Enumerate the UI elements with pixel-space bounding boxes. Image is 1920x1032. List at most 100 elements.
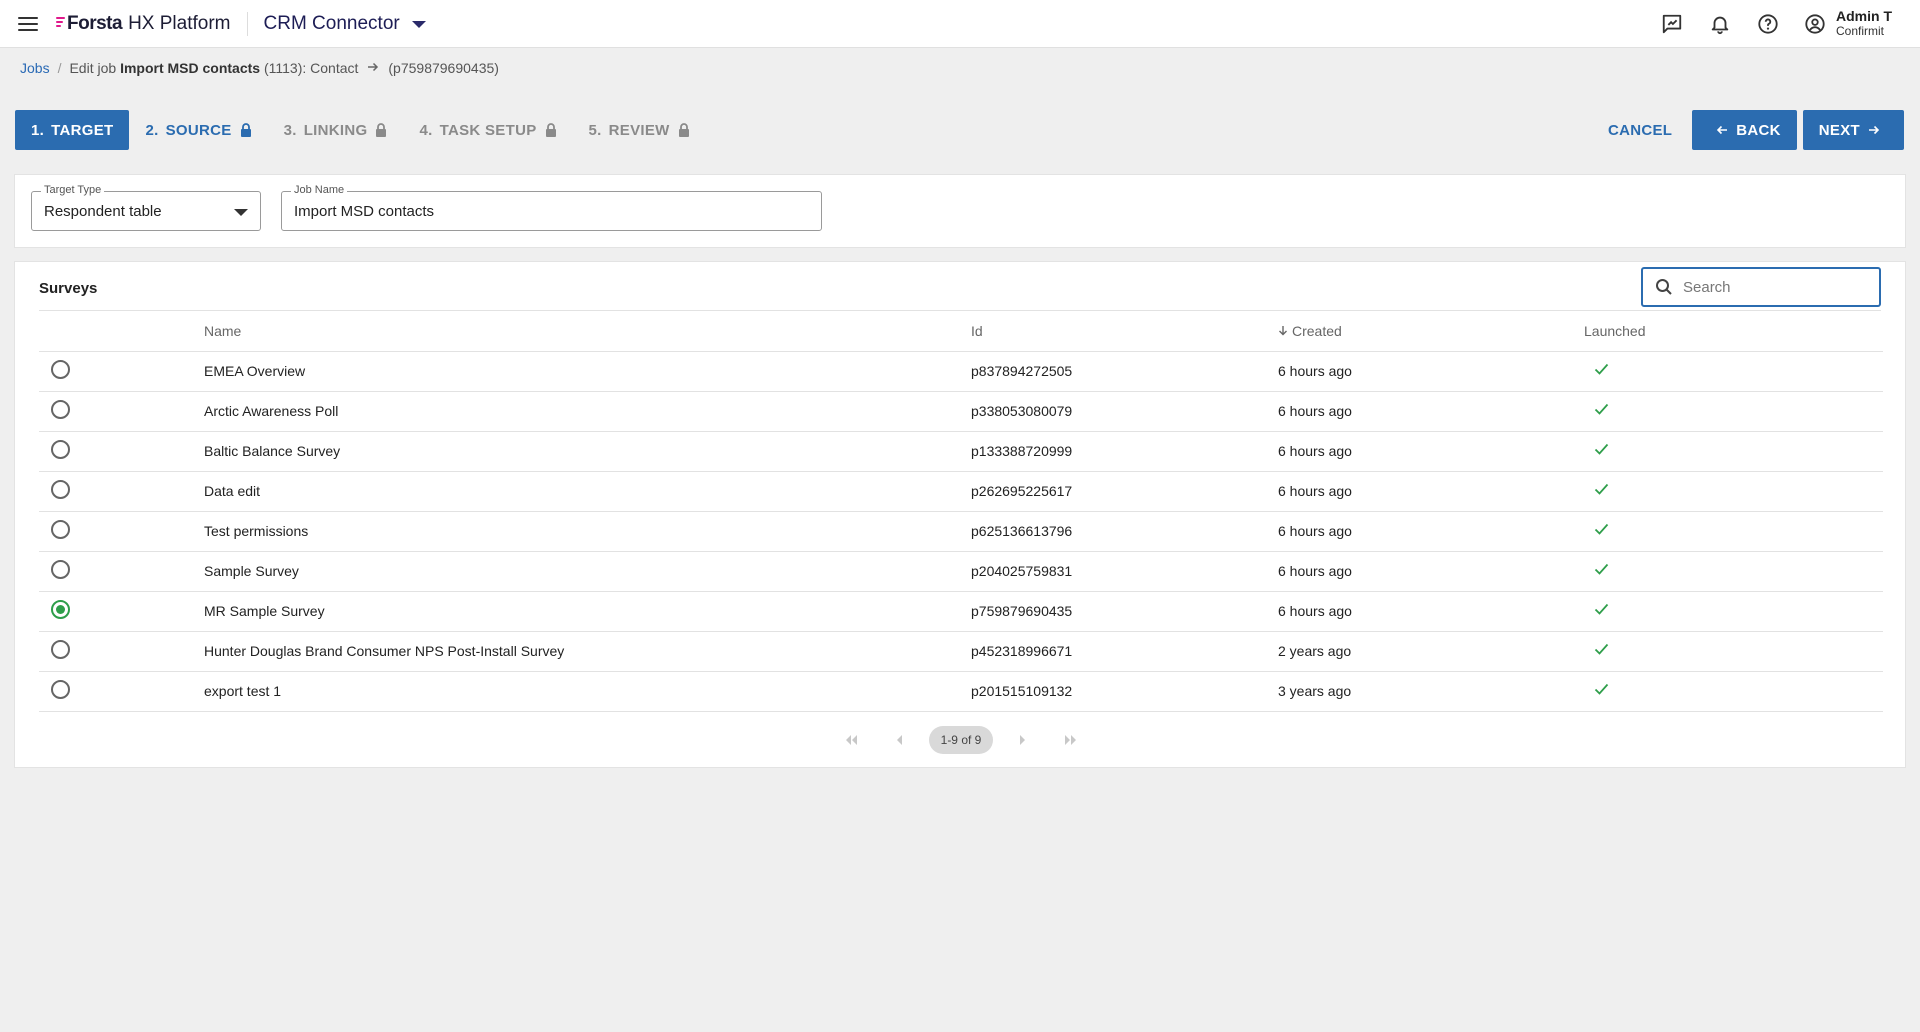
lock-icon xyxy=(376,123,387,137)
survey-created: 6 hours ago xyxy=(1278,351,1584,392)
table-row[interactable]: Data edit p262695225617 6 hours ago xyxy=(39,471,1883,512)
id-column-header[interactable]: Id xyxy=(971,311,1278,352)
cancel-button[interactable]: CANCEL xyxy=(1594,122,1686,139)
next-page-icon[interactable] xyxy=(1011,728,1035,752)
user-menu[interactable]: Admin T Confirmit xyxy=(1804,8,1892,39)
row-radio-button[interactable] xyxy=(51,359,70,379)
survey-launched-cell xyxy=(1584,591,1883,632)
target-type-select[interactable]: Target Type Respondent table xyxy=(31,184,261,231)
header-divider xyxy=(246,11,248,36)
caret-down-icon xyxy=(234,209,248,216)
step-label: LINKING xyxy=(303,121,368,139)
row-select-cell xyxy=(39,431,204,472)
surveys-table: Name Id Created Launched EMEA Overview p8… xyxy=(39,311,1883,712)
row-radio-button[interactable] xyxy=(51,399,70,419)
pagination: 1-9 of 9 xyxy=(15,726,1907,754)
row-radio-button[interactable] xyxy=(51,639,70,659)
table-row[interactable]: Test permissions p625136613796 6 hours ago xyxy=(39,511,1883,552)
first-page-icon[interactable] xyxy=(839,728,863,752)
breadcrumb-jobs-link[interactable]: Jobs xyxy=(20,60,50,76)
previous-page-icon[interactable] xyxy=(887,728,911,752)
app-switcher[interactable]: CRM Connector xyxy=(264,13,426,35)
platform-name: HX Platform xyxy=(128,12,231,34)
row-radio-button[interactable] xyxy=(51,679,70,699)
table-row[interactable]: Hunter Douglas Brand Consumer NPS Post-I… xyxy=(39,631,1883,672)
survey-created: 2 years ago xyxy=(1278,631,1584,672)
name-column-header[interactable]: Name xyxy=(204,311,971,352)
notifications-bell-icon[interactable] xyxy=(1708,12,1732,36)
step-label: TARGET xyxy=(51,121,114,139)
row-radio-button[interactable] xyxy=(51,559,70,579)
row-radio-button[interactable] xyxy=(51,479,70,499)
check-icon xyxy=(1594,483,1609,495)
survey-launched-cell xyxy=(1584,391,1883,432)
step-target[interactable]: 1. TARGET xyxy=(15,110,130,150)
arrow-left-icon xyxy=(1717,125,1728,135)
step-task-setup[interactable]: 4. TASK SETUP xyxy=(403,110,572,150)
table-row[interactable]: Arctic Awareness Poll p338053080079 6 hour… xyxy=(39,391,1883,432)
row-radio-button[interactable] xyxy=(51,519,70,539)
breadcrumb-job-meta: (1113): Contact xyxy=(263,60,359,76)
breadcrumb-target-id: (p759879690435) xyxy=(388,60,499,76)
survey-launched-cell xyxy=(1584,631,1883,672)
launched-column-header[interactable]: Launched xyxy=(1584,311,1883,352)
step-label: REVIEW xyxy=(608,121,670,139)
survey-created: 6 hours ago xyxy=(1278,591,1584,632)
survey-name: Baltic Balance Survey xyxy=(204,431,971,472)
next-button[interactable]: NEXT xyxy=(1802,110,1904,150)
survey-id: p204025759831 xyxy=(971,551,1278,592)
survey-launched-cell xyxy=(1584,351,1883,392)
step-review[interactable]: 5. REVIEW xyxy=(573,110,706,150)
check-icon xyxy=(1594,523,1609,535)
search-box[interactable] xyxy=(1641,267,1881,307)
next-button-label: NEXT xyxy=(1818,121,1860,139)
forsta-logo-icon xyxy=(56,16,65,31)
row-radio-button[interactable] xyxy=(51,439,70,459)
survey-id: p133388720999 xyxy=(971,431,1278,472)
job-name-field[interactable]: Job Name Import MSD contacts xyxy=(281,184,822,231)
survey-launched-cell xyxy=(1584,671,1883,712)
row-select-cell xyxy=(39,671,204,712)
target-type-value: Respondent table xyxy=(44,203,162,220)
table-row[interactable]: EMEA Overview p837894272505 6 hours ago xyxy=(39,351,1883,392)
last-page-icon[interactable] xyxy=(1059,728,1083,752)
feedback-icon[interactable] xyxy=(1660,12,1684,36)
table-row[interactable]: MR Sample Survey p759879690435 6 hours ago xyxy=(39,591,1883,632)
check-icon xyxy=(1594,363,1609,375)
account-circle-icon xyxy=(1805,13,1825,34)
back-button[interactable]: BACK xyxy=(1692,110,1797,150)
survey-name: Arctic Awareness Poll xyxy=(204,391,971,432)
menu-icon[interactable] xyxy=(18,16,38,31)
platform-logo[interactable]: Forsta HX Platform xyxy=(56,13,231,35)
search-icon xyxy=(1656,279,1672,295)
check-icon xyxy=(1594,443,1609,455)
brand-name: Forsta xyxy=(67,12,123,34)
survey-launched-cell xyxy=(1584,431,1883,472)
app-name: CRM Connector xyxy=(263,12,400,34)
row-select-cell xyxy=(39,591,204,632)
step-linking[interactable]: 3. LINKING xyxy=(268,110,404,150)
step-source[interactable]: 2. SOURCE xyxy=(129,110,267,150)
created-column-header[interactable]: Created xyxy=(1278,311,1584,352)
step-label: SOURCE xyxy=(165,121,232,139)
step-number: 1. xyxy=(31,121,45,139)
row-radio-button[interactable] xyxy=(51,599,70,619)
row-select-cell xyxy=(39,511,204,552)
select-column-header xyxy=(39,311,204,352)
wizard-steps: 1. TARGET 2. SOURCE 3. LINKING 4. TASK S… xyxy=(15,110,706,150)
table-row[interactable]: Sample Survey p204025759831 6 hours ago xyxy=(39,551,1883,592)
breadcrumb-separator: / xyxy=(57,60,62,76)
survey-id: p837894272505 xyxy=(971,351,1278,392)
back-button-label: BACK xyxy=(1736,121,1781,139)
arrow-right-icon xyxy=(1869,125,1880,135)
step-number: 3. xyxy=(283,121,297,139)
lock-icon xyxy=(678,123,689,137)
table-header-row: Name Id Created Launched xyxy=(39,311,1883,352)
search-input[interactable] xyxy=(1683,278,1863,296)
row-select-cell xyxy=(39,471,204,512)
help-icon[interactable] xyxy=(1756,12,1780,36)
breadcrumb-job-name: Import MSD contacts xyxy=(120,60,261,76)
check-icon xyxy=(1594,403,1609,415)
table-row[interactable]: Baltic Balance Survey p133388720999 6 hour… xyxy=(39,431,1883,472)
table-row[interactable]: export test 1 p201515109132 3 years ago xyxy=(39,671,1883,712)
